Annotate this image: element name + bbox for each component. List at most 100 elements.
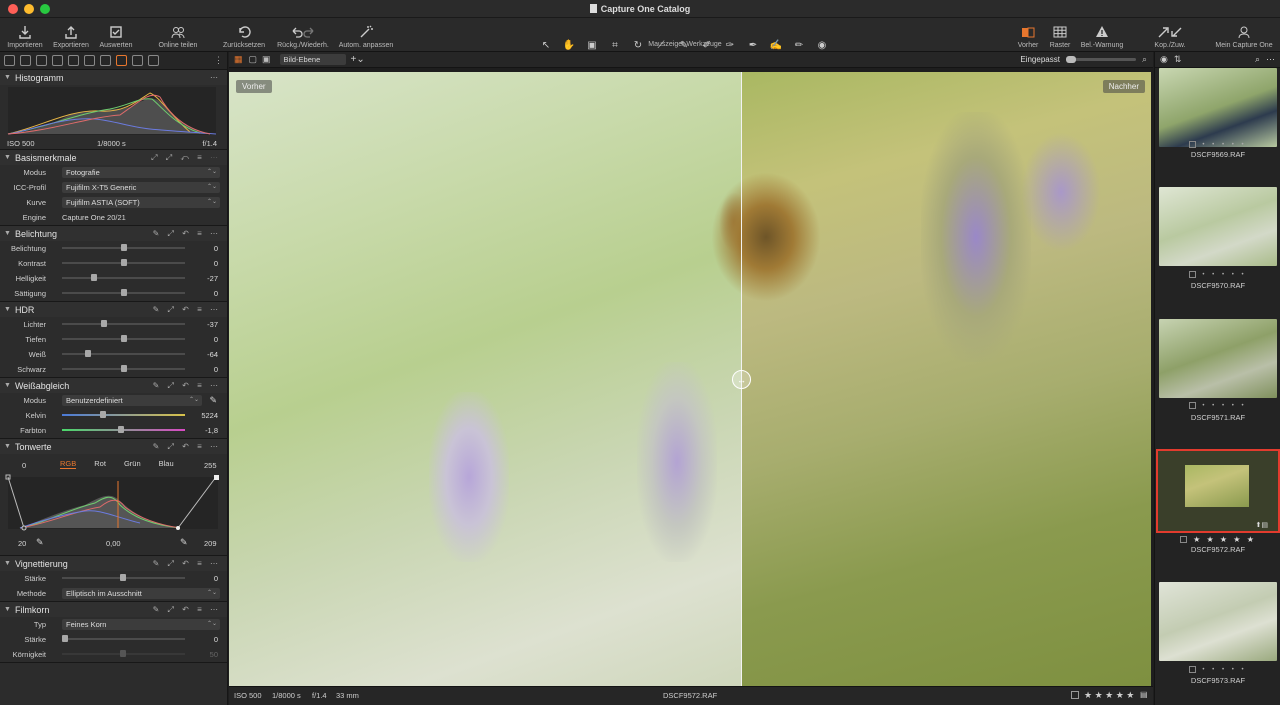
selected-thumbnail[interactable]: ⬆▤ (1156, 449, 1280, 533)
slider-knob[interactable] (100, 411, 106, 418)
color-tab-icon[interactable] (52, 55, 63, 66)
slider-knob[interactable] (120, 289, 127, 296)
thumbnail-image[interactable] (1159, 187, 1277, 266)
details-tab-icon[interactable] (100, 55, 111, 66)
collapse-arrow-icon[interactable]: ▼ (4, 560, 11, 567)
section-header[interactable]: ▼ HDR ✎ ⤢ ↶ ≡ ⋯ (0, 302, 227, 317)
brightness-slider[interactable] (62, 274, 185, 281)
slider-knob[interactable] (100, 320, 107, 327)
copy-apply-button[interactable]: Kop./Zuw. (1146, 18, 1194, 52)
levels-graph[interactable] (0, 471, 228, 531)
thumbnail-rating[interactable]: • • • • • (1155, 141, 1280, 148)
healing-icon[interactable]: ✍ (766, 38, 786, 52)
window-controls[interactable] (8, 4, 50, 14)
midtone-value[interactable]: 0,00 (106, 539, 121, 548)
rating-stars[interactable]: ★ ★ ★ ★ ★ (1084, 690, 1134, 701)
select-button[interactable]: Auswerten (96, 18, 136, 52)
section-header[interactable]: ▼ Belichtung ✎ ⤢ ↶ ≡ ⋯ (0, 226, 227, 241)
icc-profile-select[interactable]: Fujifilm X-T5 Generic (62, 182, 220, 193)
section-header[interactable]: ▼ Tonwerte ✎ ⤢ ↶ ≡ ⋯ (0, 439, 227, 454)
section-header[interactable]: ▼ Basismerkmale ⤢ ⤢ ↶ ≡ ⋯ (0, 150, 227, 165)
exposure-tab-icon[interactable] (68, 55, 79, 66)
section-tools-icon[interactable]: ✎ ⤢ ↶ ≡ ⋯ (153, 442, 221, 452)
section-tools-icon[interactable]: ✎ ⤢ ↶ ≡ ⋯ (153, 559, 221, 569)
thumbnail-rating[interactable]: • • • • • (1155, 666, 1280, 673)
collapse-arrow-icon[interactable]: ▼ (4, 230, 11, 237)
black-picker-icon[interactable]: ✎ (36, 537, 44, 548)
thumbnail-checkbox[interactable] (1189, 402, 1197, 409)
tint-slider[interactable] (62, 426, 185, 433)
eye-icon[interactable]: ◉ (1160, 54, 1168, 65)
thumbnail-image[interactable] (1159, 582, 1277, 661)
tab-green[interactable]: Grün (124, 459, 141, 469)
account-button[interactable]: Mein Capture One (1210, 18, 1278, 52)
thumbnail-image[interactable] (1159, 68, 1277, 147)
more-options-icon[interactable]: ⋯ (210, 73, 221, 82)
more-tabs-icon[interactable]: ⋮ (214, 55, 223, 66)
exposure-slider[interactable] (62, 244, 185, 251)
export-button[interactable]: Exportieren (50, 18, 92, 52)
thumbnail-checkbox[interactable] (1189, 141, 1197, 148)
thumbnail-rating[interactable]: • • • • • (1155, 271, 1280, 278)
mode-select[interactable]: Fotografie (62, 167, 220, 178)
thumbnail-checkbox[interactable] (1189, 666, 1197, 673)
pan-hand-icon[interactable]: ✋ (559, 38, 579, 52)
contrast-slider[interactable] (62, 259, 185, 266)
zoom-slider[interactable] (1065, 56, 1136, 63)
collapse-arrow-icon[interactable]: ▼ (4, 382, 11, 389)
output-low-value[interactable]: 0 (22, 461, 26, 470)
collapse-arrow-icon[interactable]: ▼ (4, 443, 11, 450)
collapse-arrow-icon[interactable]: ▼ (4, 306, 11, 313)
tab-rgb[interactable]: RGB (60, 459, 77, 469)
thumbnail-checkbox[interactable] (1189, 271, 1197, 278)
vignette-amount-slider[interactable] (62, 574, 185, 581)
thumbnail-checkbox[interactable] (1180, 536, 1188, 544)
slider-knob[interactable] (91, 274, 98, 281)
more-options-icon[interactable]: ⋯ (1266, 54, 1275, 65)
output-high-value[interactable]: 255 (204, 461, 217, 470)
add-layer-icon[interactable]: +⌄ (351, 54, 365, 65)
white-slider[interactable] (62, 350, 185, 357)
auto-adjust-button[interactable]: Autom. anpassen (336, 18, 396, 52)
sort-icon[interactable]: ⇅ (1174, 54, 1182, 65)
clone-icon[interactable]: ✏ (789, 38, 809, 52)
close-button[interactable] (8, 4, 18, 14)
slider-knob[interactable] (120, 365, 127, 372)
share-online-button[interactable]: Online teilen (152, 18, 204, 52)
annotate-icon[interactable]: ◉ (812, 38, 832, 52)
select-checkbox[interactable] (1071, 691, 1079, 699)
undo-redo-button[interactable]: Rückg./Wiederh. (274, 18, 332, 52)
section-header[interactable]: ▼ Vignettierung ✎ ⤢ ↶ ≡ ⋯ (0, 556, 227, 571)
tab-red[interactable]: Rot (94, 459, 106, 469)
vignette-method-select[interactable]: Elliptisch im Ausschnitt (62, 588, 220, 599)
wb-mode-select[interactable]: Benutzerdefiniert (62, 395, 202, 406)
slider-knob[interactable] (85, 350, 92, 357)
minimize-button[interactable] (24, 4, 34, 14)
single-view-icon[interactable]: ▢ (249, 54, 258, 65)
kelvin-slider[interactable] (62, 411, 185, 418)
zoom-button[interactable] (40, 4, 50, 14)
split-handle-icon[interactable]: ↔ (732, 370, 751, 389)
slider-knob[interactable] (120, 244, 127, 251)
reset-button[interactable]: Zurücksetzen (218, 18, 270, 52)
zoom-search-icon[interactable]: ⌕ (1142, 54, 1147, 65)
adjust-tab-icon[interactable] (116, 55, 127, 66)
section-header[interactable]: ▼ Weißabgleich ✎ ⤢ ↶ ≡ ⋯ (0, 378, 227, 393)
section-tools-icon[interactable]: ⤢ ⤢ ↶ ≡ ⋯ (151, 153, 221, 163)
section-header[interactable]: ▼ Filmkorn ✎ ⤢ ↶ ≡ ⋯ (0, 602, 227, 617)
slider-knob[interactable] (118, 426, 124, 433)
collapse-arrow-icon[interactable]: ▼ (4, 606, 11, 613)
slider-knob[interactable] (120, 335, 127, 342)
zoom-level[interactable]: Eingepasst (1020, 55, 1060, 64)
section-tools-icon[interactable]: ✎ ⤢ ↶ ≡ ⋯ (153, 229, 221, 239)
tab-blue[interactable]: Blau (159, 459, 174, 469)
select-cursor-icon[interactable]: ↖ (536, 38, 556, 52)
white-picker-icon[interactable]: ✎ (180, 537, 188, 548)
input-low-value[interactable]: 20 (18, 539, 26, 548)
shadows-slider[interactable] (62, 335, 185, 342)
curve-select[interactable]: Fujifilm ASTIA (SOFT) (62, 197, 220, 208)
layers-tab-icon[interactable] (84, 55, 95, 66)
color-tag-icon[interactable]: ▤ (1140, 690, 1148, 699)
thumbnail-rating[interactable]: • • • • • (1155, 402, 1280, 409)
thumbnail-rating[interactable]: ★ ★ ★ ★ ★ (1155, 535, 1280, 544)
